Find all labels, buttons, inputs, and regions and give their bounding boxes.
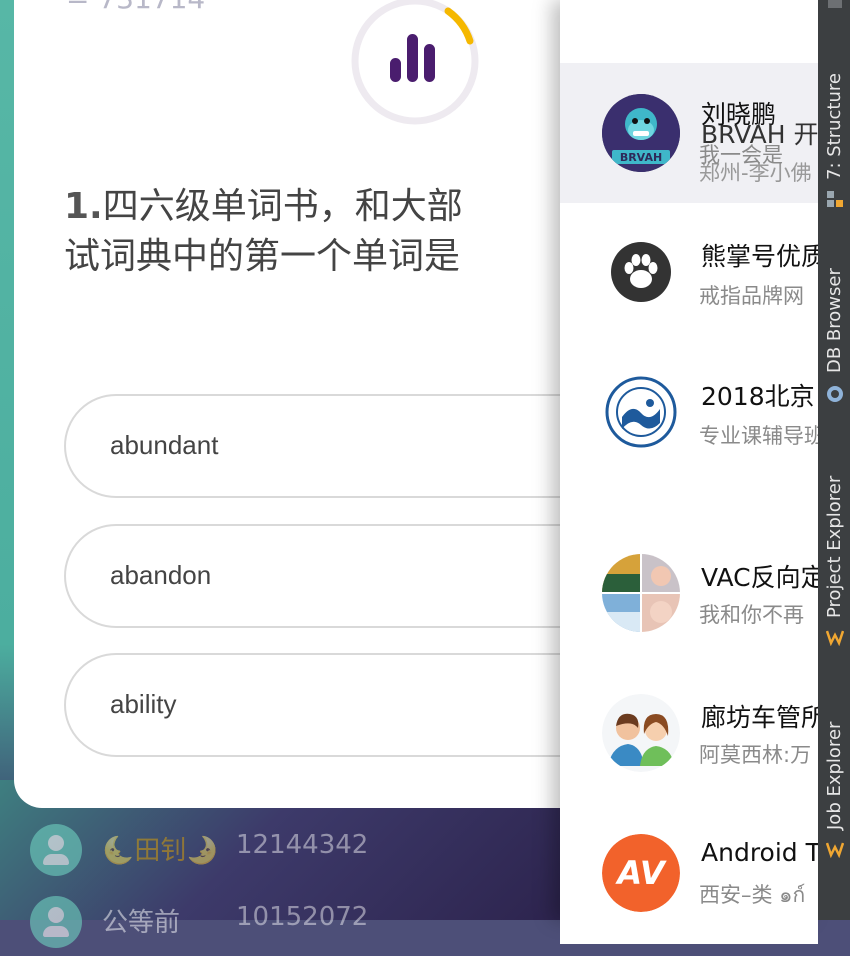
couple-avatar-icon (602, 694, 680, 772)
av-logo-text: AV (614, 854, 667, 892)
chat-title: Android T (701, 838, 821, 867)
db-browser-tab[interactable]: DB Browser (818, 245, 850, 405)
answer-option-3[interactable]: ability (64, 653, 624, 757)
brvah-logo-text: BRVAH (620, 151, 662, 164)
chat-preview: 戒指品牌网 (699, 284, 804, 308)
question-number: 1. (64, 186, 103, 227)
chat-preview: 我和你不再 (699, 603, 804, 627)
chat-preview: 西安–类 ๑ก์ (699, 883, 806, 907)
paw-icon (602, 233, 680, 311)
project-explorer-tab[interactable]: Project Explorer (818, 450, 850, 655)
job-explorer-tab-label: Job Explorer (824, 721, 845, 830)
ide-tool-window-strip: 7: Structure DB Browser Project Explorer… (818, 0, 850, 920)
answer-option-label: abundant (110, 430, 219, 460)
job-explorer-tab[interactable]: Job Explorer (818, 695, 850, 865)
timer-ring (351, 0, 479, 125)
structure-icon (826, 190, 844, 208)
project-explorer-tab-label: Project Explorer (824, 475, 845, 618)
job-explorer-icon (825, 840, 845, 859)
db-browser-tab-label: DB Browser (824, 268, 845, 373)
chat-item-4[interactable]: VAC反向定 我和你不再 (560, 524, 826, 664)
answer-option-label: ability (110, 689, 177, 719)
av-logo-icon: AV (602, 834, 680, 912)
user-avatar-icon (30, 824, 82, 876)
score-text: = 731714 (66, 0, 205, 15)
leaderboard-score: 12144342 (236, 830, 369, 860)
chat-item-5[interactable]: 廊坊车管所 阿莫西林:万 (560, 664, 826, 804)
answer-option-2[interactable]: abandon (64, 524, 624, 628)
chat-title: 2018北京 (701, 382, 815, 411)
db-browser-icon (826, 385, 844, 403)
leaderboard-score: 10152072 (236, 902, 369, 932)
structure-tab-label: 7: Structure (824, 73, 845, 180)
chat-item-6[interactable]: AV Android T 西安–类 ๑ก์ (560, 804, 821, 944)
answer-option-label: abandon (110, 560, 212, 590)
chat-preview: 专业课辅导班 (699, 424, 825, 448)
photo-collage-icon (602, 554, 680, 632)
user-avatar-icon (30, 896, 82, 948)
question-body: 四六级单词书，和大部 试词典中的第一个单词是 (64, 186, 463, 277)
question-text: 1.四六级单词书，和大部 试词典中的第一个单词是 (64, 182, 564, 282)
window-corner-icon (828, 0, 842, 8)
chat-title: VAC反向定 (701, 563, 826, 592)
university-seal-icon (602, 373, 680, 451)
chat-preview: 阿莫西林:万 (699, 743, 812, 767)
chat-list-panel: BRVAH 刘晓鹏 BRVAH 开 我一会是 郑州-李小佛 熊掌号优质 戒指品牌… (560, 0, 826, 944)
chat-item-3[interactable]: 2018北京 专业课辅导班 (560, 343, 825, 483)
structure-tab[interactable]: 7: Structure (818, 52, 850, 207)
chat-title: 廊坊车管所 (701, 703, 827, 732)
brvah-logo-icon: BRVAH (602, 94, 680, 172)
chat-title: 熊掌号优质 (701, 242, 827, 271)
chat-item-2[interactable]: 熊掌号优质 戒指品牌网 (560, 203, 826, 343)
leaderboard-name: 🌜田钊🌛 (102, 836, 219, 866)
chat-item-1[interactable]: BRVAH 刘晓鹏 BRVAH 开 我一会是 郑州-李小佛 (560, 63, 819, 203)
chat-preview-overlap: 郑州-李小佛 (699, 161, 812, 185)
project-explorer-icon (825, 628, 845, 647)
answer-option-1[interactable]: abundant (64, 394, 624, 498)
leaderboard-name: 公等前 (102, 908, 181, 938)
